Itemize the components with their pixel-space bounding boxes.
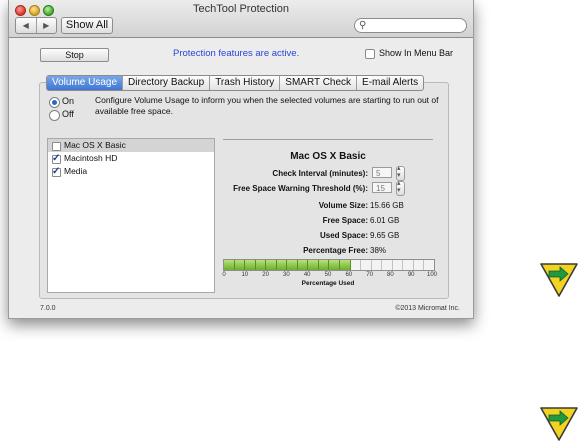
- usage-bar-segment: [372, 260, 383, 270]
- percentage-free-label: Percentage Free:: [303, 246, 368, 255]
- usage-bar-tick-label: 50: [324, 272, 332, 278]
- show-in-menu-bar-label[interactable]: Show In Menu Bar: [379, 48, 453, 58]
- volume-row-media[interactable]: Media: [48, 165, 214, 178]
- next-arrow-sign-icon[interactable]: [539, 406, 579, 442]
- off-radio-label[interactable]: Off: [62, 109, 74, 119]
- off-radio[interactable]: [49, 110, 60, 121]
- usage-bar-tick-label: 30: [283, 272, 290, 278]
- volume-name: Macintosh HD: [64, 153, 118, 163]
- check-interval-field[interactable]: 5: [372, 167, 392, 178]
- forward-button[interactable]: ▶: [35, 18, 57, 33]
- used-space-value: 9.65 GB: [370, 231, 400, 240]
- volume-list: Mac OS X Basic Macintosh HD Media: [47, 138, 215, 293]
- usage-bar-segment: [266, 260, 277, 270]
- stop-button[interactable]: Stop: [40, 48, 109, 62]
- usage-bar-segment: [351, 260, 362, 270]
- volume-row-mac-os-x-basic[interactable]: Mac OS X Basic: [48, 139, 214, 152]
- usage-bar-tick-label: 60: [345, 272, 353, 278]
- usage-bar-segment: [414, 260, 425, 270]
- usage-bar-segment: [255, 260, 267, 270]
- usage-bar-segment: [224, 260, 235, 270]
- usage-bar-tick-label: 20: [262, 272, 269, 278]
- usage-bar-tick-label: 0: [222, 272, 226, 278]
- threshold-field[interactable]: 15: [372, 182, 392, 193]
- usage-bar-segment: [393, 260, 404, 270]
- volume-checkbox[interactable]: [52, 142, 61, 151]
- usage-bar-segment: [276, 260, 288, 270]
- volume-checkbox[interactable]: [52, 152, 61, 165]
- usage-bar-segment: [245, 260, 256, 270]
- volume-checkbox[interactable]: [52, 165, 61, 178]
- usage-bar-segment: [361, 260, 372, 270]
- version-label: 7.0.0: [40, 305, 56, 312]
- usage-bar-segment: [424, 260, 434, 270]
- on-radio[interactable]: [49, 97, 60, 108]
- tab-smart-check[interactable]: SMART Check: [279, 76, 356, 90]
- search-input[interactable]: ⚲: [354, 18, 467, 33]
- usage-bar-tick-label: 100: [426, 272, 438, 278]
- tab-bar: Volume Usage Directory Backup Trash Hist…: [46, 75, 425, 91]
- free-space-value: 6.01 GB: [370, 216, 400, 225]
- usage-bar-segment: [287, 260, 298, 270]
- tab-email-alerts[interactable]: E-mail Alerts: [356, 76, 423, 90]
- usage-bar-segment: [340, 260, 351, 270]
- usage-bar: [223, 259, 435, 271]
- titlebar: TechTool Protection ◀ ▶ Show All ⚲: [9, 0, 473, 38]
- tab-trash-history[interactable]: Trash History: [209, 76, 279, 90]
- usage-bar-tick-label: 10: [241, 272, 249, 278]
- usage-bar-segment: [318, 260, 330, 270]
- usage-bar-segment: [297, 260, 309, 270]
- selected-volume-name: Mac OS X Basic: [290, 151, 366, 162]
- tab-volume-usage[interactable]: Volume Usage: [47, 76, 123, 90]
- window-title: TechTool Protection: [193, 3, 289, 15]
- nav-back-forward: ◀ ▶: [15, 17, 57, 34]
- tab-directory-backup[interactable]: Directory Backup: [122, 76, 209, 90]
- back-button[interactable]: ◀: [16, 18, 36, 33]
- protection-status-message: Protection features are active.: [173, 48, 300, 59]
- threshold-label: Free Space Warning Threshold (%):: [233, 184, 368, 193]
- volume-usage-description: Configure Volume Usage to inform you whe…: [95, 95, 439, 116]
- volume-name: Mac OS X Basic: [64, 140, 126, 150]
- volume-usage-panel: On Off Configure Volume Usage to inform …: [39, 82, 449, 299]
- techtool-window: TechTool Protection ◀ ▶ Show All ⚲ Stop …: [8, 0, 474, 319]
- used-space-label: Used Space:: [319, 231, 368, 240]
- usage-bar-segment: [234, 260, 246, 270]
- detail-divider: [223, 139, 433, 140]
- threshold-stepper[interactable]: [396, 179, 405, 196]
- usage-bar-segment: [382, 260, 393, 270]
- usage-bar-segment: [403, 260, 414, 270]
- volume-row-macintosh-hd[interactable]: Macintosh HD: [48, 152, 214, 165]
- volume-name: Media: [64, 166, 88, 176]
- show-in-menu-bar-checkbox[interactable]: [365, 49, 375, 59]
- percentage-used-caption: Percentage Used: [301, 280, 355, 287]
- show-all-button[interactable]: Show All: [61, 17, 113, 34]
- usage-bar-segment: [308, 260, 319, 270]
- volume-size-label: Volume Size:: [318, 201, 368, 210]
- usage-bar-tick-label: 40: [303, 272, 311, 278]
- search-icon: ⚲: [359, 20, 367, 31]
- copyright-label: ©2013 Micromat Inc.: [395, 305, 460, 312]
- next-arrow-sign-icon[interactable]: [539, 262, 579, 298]
- usage-bar-tick-label: 80: [387, 272, 394, 278]
- free-space-label: Free Space:: [322, 216, 368, 225]
- usage-bar-tick-label: 70: [366, 272, 373, 278]
- on-radio-label[interactable]: On: [62, 96, 74, 106]
- percentage-free-value: 38%: [370, 246, 387, 255]
- usage-bar-segment: [329, 260, 341, 270]
- check-interval-label: Check Interval (minutes):: [272, 169, 368, 178]
- volume-size-value: 15.66 GB: [370, 201, 404, 210]
- usage-bar-tick-label: 90: [407, 272, 415, 278]
